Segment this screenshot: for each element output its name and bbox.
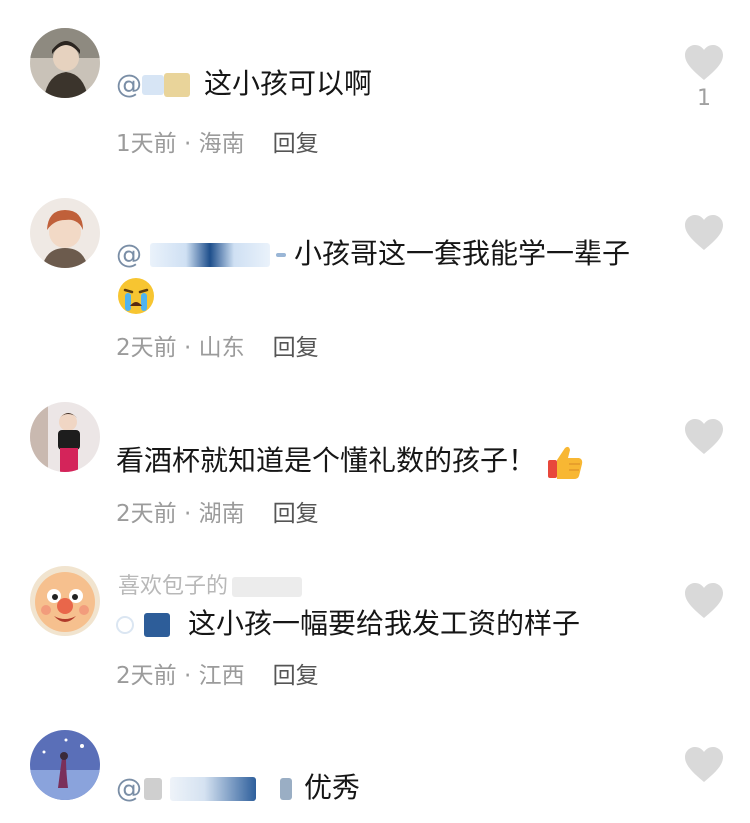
like-button[interactable]: [684, 582, 724, 620]
reply-button[interactable]: 回复: [273, 335, 319, 361]
comment-text-line: @ 小孩哥这一套我能学一辈子: [116, 236, 630, 273]
time-location: 2天前 · 山东: [116, 335, 245, 361]
mention[interactable]: @: [116, 70, 142, 100]
like-button[interactable]: [684, 44, 724, 82]
time-location: 2天前 · 湖南: [116, 501, 245, 527]
blurred-username: [142, 75, 164, 95]
heart-icon: [685, 45, 723, 80]
heart-icon: [685, 419, 723, 454]
heart-icon: [685, 583, 723, 618]
blurred-username: [164, 73, 190, 97]
reply-button[interactable]: 回复: [273, 131, 319, 157]
comment-meta: 2天前 · 江西 回复: [116, 656, 319, 690]
blurred-username: [144, 778, 162, 800]
blurred-username: [150, 243, 270, 267]
comment-text-line: @ 优秀: [116, 770, 360, 807]
comment-text: 这小孩可以啊: [204, 67, 373, 100]
avatar[interactable]: [30, 198, 100, 268]
comment-text-line: 看酒杯就知道是个懂礼数的孩子！: [116, 442, 585, 482]
comment-text-line: 这小孩一幅要给我发工资的样子: [116, 606, 580, 643]
blurred-username: [232, 577, 303, 597]
heart-icon: [685, 747, 723, 782]
comment-emoji-line: [116, 276, 156, 316]
username[interactable]: 喜欢包子的: [118, 568, 303, 600]
mention[interactable]: @: [116, 774, 142, 804]
reply-button[interactable]: 回复: [273, 663, 319, 689]
comment-text: 小孩哥这一套我能学一辈子: [294, 237, 631, 270]
comment-meta: 2天前 · 湖南 回复: [116, 494, 319, 528]
comment-text: 看酒杯就知道是个懂礼数的孩子！: [116, 444, 537, 477]
avatar[interactable]: [30, 566, 100, 636]
comment-text-line: @ 这小孩可以啊: [116, 66, 372, 103]
reply-button[interactable]: 回复: [273, 501, 319, 527]
thumbs-up-icon: [547, 446, 583, 479]
avatar[interactable]: [30, 28, 100, 98]
comment-meta: 2天前 · 山东 回复: [116, 328, 319, 362]
comment-text: 优秀: [304, 771, 361, 804]
time-location: 2天前 · 江西: [116, 663, 245, 689]
crying-face-icon: [118, 278, 154, 314]
blurred-username: [144, 613, 170, 637]
like-count: 1: [697, 86, 711, 111]
username-text: 喜欢包子的: [118, 574, 229, 599]
like-button[interactable]: [684, 418, 724, 456]
time-location: 1天前 · 海南: [116, 131, 245, 157]
blurred-username: [170, 777, 256, 801]
blurred-username: [280, 778, 292, 800]
comment-meta: 1天前 · 海南 回复: [116, 124, 319, 158]
mention[interactable]: @: [116, 240, 142, 270]
blurred-username: [116, 616, 134, 634]
avatar[interactable]: [30, 402, 100, 472]
heart-icon: [685, 215, 723, 250]
like-button[interactable]: [684, 746, 724, 784]
blurred-username: [276, 253, 286, 257]
like-button[interactable]: [684, 214, 724, 252]
avatar[interactable]: [30, 730, 100, 800]
comment-text: 这小孩一幅要给我发工资的样子: [188, 607, 581, 640]
